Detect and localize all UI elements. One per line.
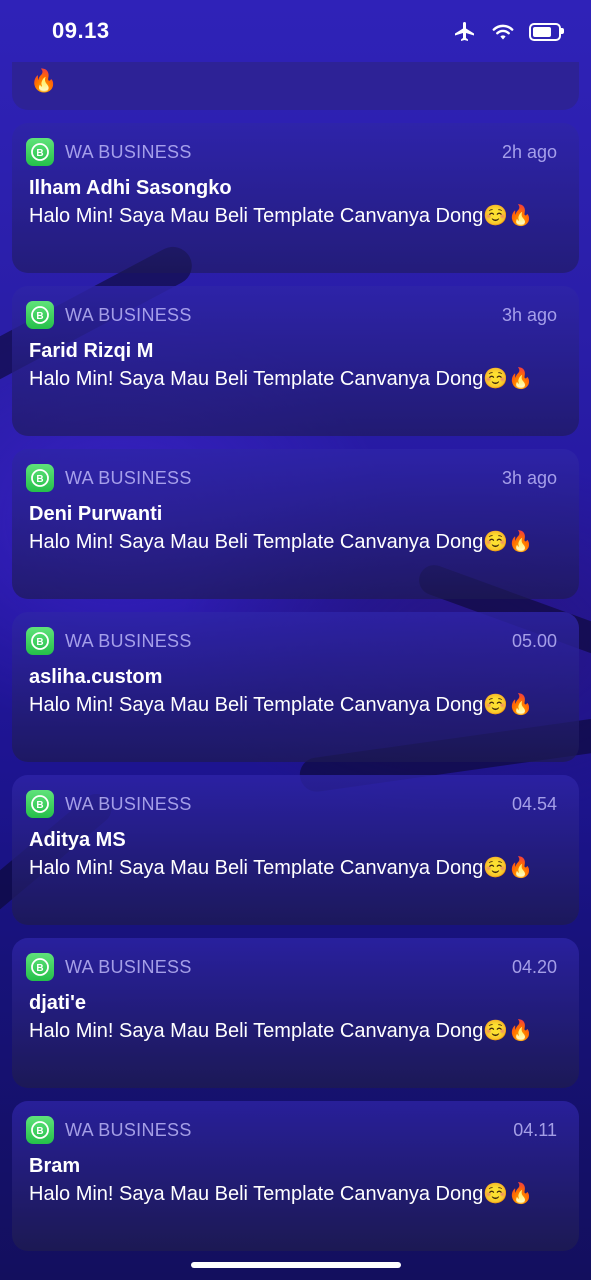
- whatsapp-business-icon: B: [26, 301, 54, 329]
- notification-header: B WA BUSINESS 04.11: [26, 1115, 557, 1145]
- notification-time: 2h ago: [501, 141, 557, 162]
- svg-text:B: B: [36, 637, 43, 648]
- svg-text:B: B: [36, 474, 43, 485]
- sender-name: Bram: [29, 1155, 81, 1177]
- status-bar: 09.13: [0, 0, 591, 62]
- whatsapp-business-icon: B: [26, 1116, 54, 1144]
- notification-header: B WA BUSINESS 3h ago: [26, 463, 557, 493]
- notification-card[interactable]: B WA BUSINESS 2h ago Ilham Adhi Sasongko…: [12, 123, 579, 273]
- message-text: Halo Min! Saya Mau Beli Template Canvany…: [29, 1020, 534, 1042]
- sender-name: djati'e: [29, 992, 86, 1014]
- notification-card[interactable]: B WA BUSINESS 04.20 djati'e Halo Min! Sa…: [12, 938, 579, 1088]
- whatsapp-business-icon: B: [26, 790, 54, 818]
- message-text: Halo Min! Saya Mau Beli Template Canvany…: [29, 531, 534, 553]
- app-name: WA BUSINESS: [65, 141, 192, 162]
- message-text: Halo Min! Saya Mau Beli Template Canvany…: [29, 1183, 534, 1205]
- notification-time: 04.11: [513, 1119, 557, 1140]
- svg-text:B: B: [36, 1126, 43, 1137]
- app-name: WA BUSINESS: [65, 793, 192, 814]
- airplane-icon: [455, 22, 474, 41]
- notification-card[interactable]: B WA BUSINESS 04.11 Bram Halo Min! Saya …: [12, 1101, 579, 1251]
- whatsapp-business-icon: B: [26, 953, 54, 981]
- whatsapp-business-icon: B: [26, 138, 54, 166]
- notification-header: B WA BUSINESS 3h ago: [26, 300, 557, 330]
- sender-name: asliha.custom: [29, 666, 163, 688]
- notification-time: 05.00: [511, 630, 557, 651]
- notification-time: 3h ago: [501, 304, 557, 325]
- notification-time: 04.20: [511, 956, 557, 977]
- notification-card[interactable]: B WA BUSINESS 3h ago Farid Rizqi M Halo …: [12, 286, 579, 436]
- app-name: WA BUSINESS: [65, 467, 192, 488]
- whatsapp-business-icon: B: [26, 627, 54, 655]
- wifi-icon: [492, 24, 514, 40]
- svg-text:B: B: [36, 800, 43, 811]
- message-text: Halo Min! Saya Mau Beli Template Canvany…: [29, 205, 534, 227]
- message-text: Halo Min! Saya Mau Beli Template Canvany…: [29, 857, 534, 879]
- partial-notification-emoji: 🔥: [30, 68, 58, 93]
- app-name: WA BUSINESS: [65, 956, 192, 977]
- sender-name: Farid Rizqi M: [29, 340, 154, 362]
- home-indicator[interactable]: [191, 1262, 401, 1268]
- message-text: Halo Min! Saya Mau Beli Template Canvany…: [29, 368, 534, 390]
- app-name: WA BUSINESS: [65, 630, 192, 651]
- notification-list: B WA BUSINESS 2h ago Ilham Adhi Sasongko…: [12, 123, 579, 1264]
- whatsapp-business-icon: B: [26, 464, 54, 492]
- notification-header: B WA BUSINESS 05.00: [26, 626, 557, 656]
- status-time: 09.13: [52, 18, 110, 43]
- app-name: WA BUSINESS: [65, 304, 192, 325]
- app-name: WA BUSINESS: [65, 1119, 192, 1140]
- status-icons: [453, 20, 564, 44]
- notification-time: 3h ago: [501, 467, 557, 488]
- sender-name: Aditya MS: [29, 829, 126, 851]
- battery-icon: [529, 23, 564, 41]
- message-text: Halo Min! Saya Mau Beli Template Canvany…: [29, 694, 534, 716]
- svg-text:B: B: [36, 148, 43, 159]
- notification-time: 04.54: [511, 793, 557, 814]
- notification-header: B WA BUSINESS 04.54: [26, 789, 557, 819]
- sender-name: Ilham Adhi Sasongko: [29, 177, 232, 199]
- notification-header: B WA BUSINESS 2h ago: [26, 137, 557, 167]
- svg-text:B: B: [36, 311, 43, 322]
- notification-card[interactable]: B WA BUSINESS 3h ago Deni Purwanti Halo …: [12, 449, 579, 599]
- notification-card[interactable]: B WA BUSINESS 04.54 Aditya MS Halo Min! …: [12, 775, 579, 925]
- notification-header: B WA BUSINESS 04.20: [26, 952, 557, 982]
- notification-card[interactable]: B WA BUSINESS 05.00 asliha.custom Halo M…: [12, 612, 579, 762]
- svg-text:B: B: [36, 963, 43, 974]
- partial-notification[interactable]: 🔥: [12, 62, 579, 110]
- sender-name: Deni Purwanti: [29, 503, 163, 525]
